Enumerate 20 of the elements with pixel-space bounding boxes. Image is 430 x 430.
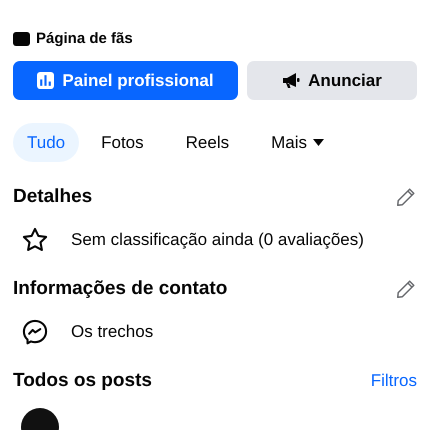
section-title: Informações de contato: [13, 278, 228, 300]
edit-icon[interactable]: [395, 278, 417, 300]
section-title: Detalhes: [13, 186, 92, 208]
page-type-icon: [13, 32, 30, 46]
page-type-label: Página de fãs: [36, 30, 133, 47]
dashboard-button[interactable]: Painel profissional: [13, 61, 238, 100]
star-icon: [21, 226, 49, 254]
detail-text: Sem classificação ainda (0 avaliações): [71, 230, 364, 250]
filters-link[interactable]: Filtros: [370, 371, 417, 391]
section-title: Todos os posts: [13, 370, 152, 392]
filter-tab[interactable]: Fotos: [87, 123, 158, 162]
chart-icon: [37, 72, 54, 89]
advertise-button[interactable]: Anunciar: [247, 61, 417, 100]
filter-tab[interactable]: Mais: [257, 123, 338, 162]
filter-tab[interactable]: Reels: [172, 123, 244, 162]
messenger-icon: [21, 318, 49, 346]
megaphone-icon: [282, 72, 300, 89]
detail-text: Os trechos: [71, 322, 154, 342]
filter-tab[interactable]: Tudo: [13, 123, 80, 162]
edit-icon[interactable]: [395, 186, 417, 208]
